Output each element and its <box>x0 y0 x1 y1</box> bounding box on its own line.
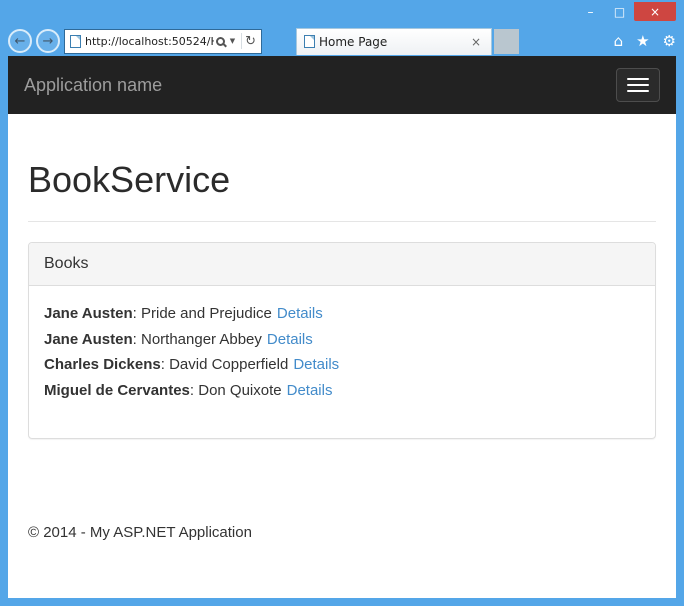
site-navbar: Application name <box>8 56 676 114</box>
book-details-link[interactable]: Details <box>287 382 333 399</box>
divider <box>28 221 656 222</box>
settings-icon[interactable]: ⚙ <box>663 33 676 49</box>
browser-forward-button[interactable]: → <box>36 29 60 53</box>
window-titlebar: – □ × <box>0 0 684 26</box>
books-panel-heading: Books <box>29 243 655 286</box>
hamburger-bar <box>627 84 649 86</box>
browser-action-icons: ⌂ ★ ⚙ <box>614 33 676 49</box>
book-author: Miguel de Cervantes <box>44 381 190 399</box>
address-bar-divider <box>241 33 243 49</box>
browser-tab-home-page[interactable]: Home Page × <box>296 27 492 55</box>
new-tab-button[interactable] <box>494 28 519 54</box>
page-content: BookService Books Jane Austen: Pride and… <box>8 159 676 561</box>
book-separator: : <box>189 381 199 399</box>
book-list-item: Jane Austen: Pride and Prejudice Details <box>44 301 640 327</box>
search-icon[interactable] <box>215 36 225 46</box>
book-author: Charles Dickens <box>44 356 161 373</box>
book-title: Pride and Prejudice <box>140 305 272 322</box>
page-icon <box>70 34 81 48</box>
favorites-icon[interactable]: ★ <box>636 33 649 49</box>
hamburger-bar <box>627 90 649 92</box>
window-controls: – □ × <box>576 2 676 21</box>
address-url[interactable]: http://localhost:50524/H <box>85 35 214 48</box>
tab-close-button[interactable]: × <box>468 35 484 49</box>
book-title: Northanger Abbey <box>140 330 262 348</box>
browser-toolbar: ← → http://localhost:50524/H ▼ ↻ Home Pa… <box>0 26 684 56</box>
tab-page-icon <box>304 35 315 48</box>
hamburger-bar <box>627 78 649 80</box>
page-title: BookService <box>28 159 231 200</box>
browser-back-button[interactable]: ← <box>8 29 32 53</box>
book-details-link[interactable]: Details <box>293 356 339 373</box>
books-panel: Books Jane Austen: Pride and Prejudice De… <box>28 242 656 439</box>
page-footer: © 2014 - My ASP.NET Application <box>28 524 252 541</box>
address-bar-icons: ▼ ↻ <box>214 33 256 49</box>
window-maximize-button[interactable]: □ <box>605 2 634 21</box>
browser-window: – □ × ← → http://localhost:50524/H ▼ ↻ H… <box>0 0 684 606</box>
window-close-button[interactable]: × <box>634 2 676 21</box>
book-list-item: Charles Dickens: David Copperfield Detail… <box>44 352 640 378</box>
book-title: Don Quixote <box>198 381 282 399</box>
home-icon[interactable]: ⌂ <box>614 33 624 49</box>
book-author: Jane Austen <box>44 330 133 348</box>
window-minimize-button[interactable]: – <box>576 2 605 21</box>
page-viewport: Application name BookService Books Jane … <box>8 56 676 598</box>
books-panel-body: Jane Austen: Pride and Prejudice Details … <box>29 286 655 438</box>
book-list-item: Miguel de Cervantes: Don Quixote Details <box>44 378 640 404</box>
navbar-toggle-button[interactable] <box>616 68 660 102</box>
book-details-link[interactable]: Details <box>267 331 313 348</box>
book-separator: : <box>160 356 170 373</box>
book-author: Jane Austen <box>44 305 133 322</box>
tab-title: Home Page <box>319 34 388 49</box>
refresh-icon[interactable]: ↻ <box>245 34 256 49</box>
navbar-brand[interactable]: Application name <box>24 75 162 96</box>
book-details-link[interactable]: Details <box>277 305 323 322</box>
book-title: David Copperfield <box>169 356 289 373</box>
book-list-item: Jane Austen: Northanger Abbey Details <box>44 327 640 353</box>
book-separator: : <box>132 305 141 322</box>
address-bar[interactable]: http://localhost:50524/H ▼ ↻ <box>64 28 262 54</box>
book-separator: : <box>132 330 141 348</box>
address-dropdown-icon[interactable]: ▼ <box>230 37 235 45</box>
